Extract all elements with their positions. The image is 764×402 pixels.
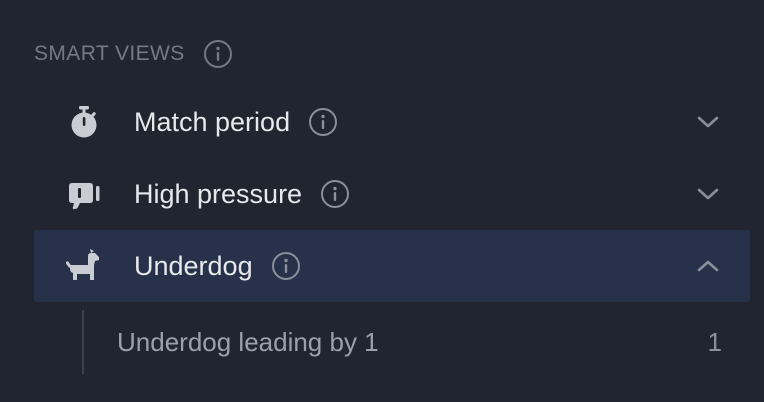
smart-view-match-period[interactable]: Match period (34, 86, 750, 158)
chevron-up-icon[interactable] (694, 252, 722, 280)
sub-view-underdog-leading-by-1[interactable]: Underdog leading by 1 1 (84, 310, 724, 374)
underdog-sub-list: Underdog leading by 1 1 (82, 310, 724, 374)
sub-view-count: 1 (707, 326, 722, 357)
smart-view-label: High pressure (134, 178, 303, 209)
info-circle-icon[interactable] (203, 39, 233, 69)
dog-icon (64, 246, 104, 286)
stopwatch-icon (64, 102, 104, 142)
info-circle-icon[interactable] (308, 107, 338, 137)
smart-views-panel: SMART VIEWS Match period High pressure U… (0, 0, 764, 402)
sub-view-label: Underdog leading by 1 (117, 326, 379, 357)
chevron-down-icon[interactable] (694, 180, 722, 208)
section-header: SMART VIEWS (34, 38, 233, 70)
smart-view-high-pressure[interactable]: High pressure (34, 158, 750, 230)
smart-view-label: Underdog (134, 250, 253, 281)
pressure-gauge-icon (64, 174, 104, 214)
smart-view-label: Match period (134, 106, 291, 137)
chevron-down-icon[interactable] (694, 108, 722, 136)
section-title: SMART VIEWS (34, 42, 185, 65)
info-circle-icon[interactable] (320, 179, 350, 209)
smart-view-underdog[interactable]: Underdog (34, 230, 750, 302)
info-circle-icon[interactable] (271, 251, 301, 281)
